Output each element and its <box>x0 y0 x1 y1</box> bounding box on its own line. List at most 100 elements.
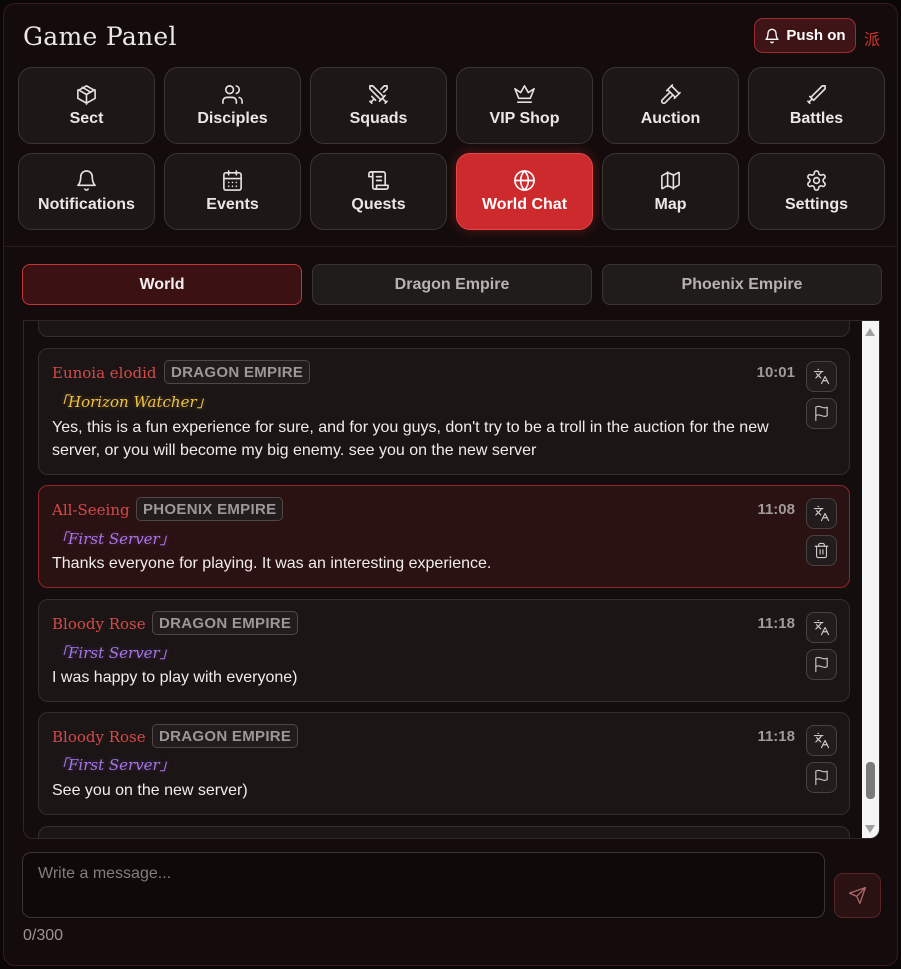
chat-message-partial <box>38 321 850 337</box>
translate-button[interactable] <box>806 361 837 392</box>
gavel-icon <box>661 84 681 104</box>
nav-item-settings[interactable]: Settings <box>748 153 885 230</box>
crown-icon <box>514 85 535 103</box>
nav-item-auction[interactable]: Auction <box>602 67 739 144</box>
message-time: 11:18 <box>757 728 795 745</box>
nav-item-quests[interactable]: Quests <box>310 153 447 230</box>
message-input[interactable] <box>23 853 824 917</box>
nav-label: Settings <box>784 196 849 213</box>
nav-item-map[interactable]: Map <box>602 153 739 230</box>
push-notifications-button[interactable]: Push on <box>754 18 856 53</box>
brand-glyph: 派 <box>864 30 881 49</box>
nav-label: Battles <box>789 110 844 127</box>
tab-phoenix-empire[interactable]: Phoenix Empire <box>602 264 882 305</box>
nav-label: Events <box>206 196 259 213</box>
gear-icon <box>807 170 826 191</box>
game-panel: Game Panel Push on 派 Sect Disciples Squa… <box>3 3 898 966</box>
nav-item-vip-shop[interactable]: VIP Shop <box>456 67 593 144</box>
globe-icon <box>514 170 535 191</box>
message-composer <box>22 852 825 918</box>
report-button[interactable] <box>806 762 837 793</box>
send-icon <box>848 886 867 905</box>
divider <box>4 246 897 247</box>
flag-icon <box>815 656 828 673</box>
player-title: 「First Server」 <box>53 530 175 548</box>
nav-item-sect[interactable]: Sect <box>18 67 155 144</box>
send-button[interactable] <box>834 873 881 918</box>
tab-dragon-empire[interactable]: Dragon Empire <box>312 264 592 305</box>
push-button-label: Push on <box>786 27 846 44</box>
faction-badge: DRAGON EMPIRE <box>152 611 299 635</box>
message-time: 10:01 <box>756 364 795 381</box>
player-title: 「First Server」 <box>53 644 175 662</box>
channel-tabs: World Dragon Empire Phoenix Empire <box>22 264 882 305</box>
bell-icon <box>765 28 780 43</box>
translate-button[interactable] <box>806 725 837 756</box>
nav-item-squads[interactable]: Squads <box>310 67 447 144</box>
sword-icon <box>807 85 826 104</box>
report-button[interactable] <box>806 649 837 680</box>
bell-icon <box>77 170 96 191</box>
nav-label: Disciples <box>197 110 268 127</box>
translate-icon <box>813 732 830 749</box>
map-icon <box>661 171 680 190</box>
trash-icon <box>814 542 829 559</box>
nav-item-events[interactable]: Events <box>164 153 301 230</box>
nav-grid: Sect Disciples Squads VIP Shop Auction B… <box>18 67 886 230</box>
player-title: 「Horizon Watcher」 <box>53 393 212 411</box>
chat-message-partial <box>38 826 850 838</box>
nav-item-notifications[interactable]: Notifications <box>18 153 155 230</box>
player-title: 「First Server」 <box>53 756 175 774</box>
users-icon <box>222 85 243 104</box>
message-time: 11:08 <box>757 501 795 518</box>
nav-label: VIP Shop <box>489 110 560 127</box>
faction-badge: DRAGON EMPIRE <box>152 724 299 748</box>
flag-icon <box>815 405 828 422</box>
translate-icon <box>813 619 830 636</box>
delete-button[interactable] <box>806 535 837 566</box>
nav-item-world-chat[interactable]: World Chat <box>456 153 593 230</box>
translate-button[interactable] <box>806 612 837 643</box>
message-time: 11:18 <box>757 615 795 632</box>
nav-item-battles[interactable]: Battles <box>748 67 885 144</box>
header: Game Panel Push on 派 <box>4 4 897 68</box>
scroll-down-arrow[interactable] <box>865 825 875 833</box>
chat-scrollbar[interactable] <box>862 321 879 838</box>
nav-label: Squads <box>349 110 408 127</box>
faction-badge: PHOENIX EMPIRE <box>136 497 284 521</box>
sender-name[interactable]: Bloody Rose <box>52 615 146 633</box>
nav-item-disciples[interactable]: Disciples <box>164 67 301 144</box>
chat-message: Bloody Rose DRAGON EMPIRE 11:18 「First S… <box>38 712 850 815</box>
message-text: I was happy to play with everyone) <box>52 669 298 686</box>
sender-name[interactable]: Bloody Rose <box>52 728 146 746</box>
sender-name[interactable]: Eunoia elodid <box>52 364 157 382</box>
message-text: Yes, this is a fun experience for sure, … <box>52 419 769 459</box>
scroll-icon <box>368 171 389 190</box>
tab-world[interactable]: World <box>22 264 302 305</box>
translate-button[interactable] <box>806 498 837 529</box>
translate-icon <box>813 505 830 522</box>
message-text: See you on the new server) <box>52 782 248 799</box>
scroll-up-arrow[interactable] <box>865 328 875 336</box>
nav-label: Auction <box>640 110 701 127</box>
page-title: Game Panel <box>23 22 177 51</box>
translate-icon <box>813 368 830 385</box>
chat-message: Bloody Rose DRAGON EMPIRE 11:18 「First S… <box>38 599 850 702</box>
chat-feed[interactable]: Eunoia elodid DRAGON EMPIRE 10:01 「Horiz… <box>23 320 880 839</box>
flag-icon <box>815 769 828 786</box>
nav-label: Notifications <box>38 196 135 213</box>
nav-label: Quests <box>351 196 406 213</box>
swords-icon <box>369 85 388 104</box>
calendar-icon <box>223 170 242 191</box>
nav-label: Map <box>654 196 687 213</box>
report-button[interactable] <box>806 398 837 429</box>
cube-icon <box>77 85 96 105</box>
chat-message-own: All-Seeing PHOENIX EMPIRE 11:08 「First S… <box>38 485 850 588</box>
nav-label: Sect <box>69 110 104 127</box>
nav-label: World Chat <box>481 196 568 213</box>
chat-message: Eunoia elodid DRAGON EMPIRE 10:01 「Horiz… <box>38 348 850 475</box>
sender-name[interactable]: All-Seeing <box>52 501 130 519</box>
scroll-thumb[interactable] <box>866 762 875 799</box>
character-counter: 0/300 <box>23 927 64 944</box>
faction-badge: DRAGON EMPIRE <box>164 360 311 384</box>
